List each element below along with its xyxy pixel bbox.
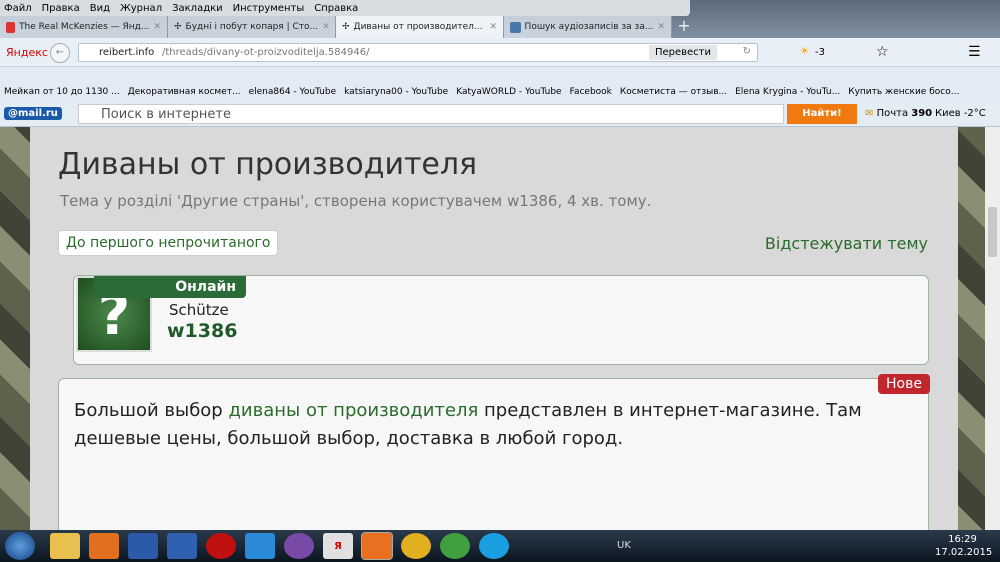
envelope-icon: ✉ (865, 108, 874, 119)
close-tab-icon[interactable]: ✕ (153, 22, 161, 32)
tab[interactable]: Пошук аудіозаписів за за... ✕ (504, 16, 672, 38)
scrollbar[interactable] (985, 127, 1000, 530)
search-input[interactable]: Поиск в интернете (78, 104, 784, 124)
bookmark[interactable]: Facebook (570, 87, 612, 97)
tab-label: The Real McKenzies — Янд... (19, 22, 150, 32)
yandex-browser-icon[interactable]: Я (323, 533, 353, 559)
menu-history[interactable]: Журнал (120, 3, 162, 14)
tab-label: Будні і побут копаря | Сто... (185, 22, 319, 32)
word-icon[interactable] (128, 533, 158, 559)
viber-icon[interactable] (284, 533, 314, 559)
bookmark[interactable]: Декоративная космет... (128, 87, 241, 97)
mail-link[interactable]: ✉ Почта 390 (865, 108, 932, 119)
menu-tools[interactable]: Инструменты (233, 3, 305, 14)
menu-help[interactable]: Справка (314, 3, 358, 14)
clock-time[interactable]: 16:29 (940, 534, 985, 545)
ie-icon[interactable] (245, 533, 275, 559)
weather-temp: -3 (815, 47, 825, 58)
calculator-icon[interactable] (167, 533, 197, 559)
search-button[interactable]: Найти! (787, 104, 857, 124)
scrollbar-thumb[interactable] (988, 207, 997, 257)
close-tab-icon[interactable]: ✕ (322, 22, 330, 32)
mailru-toolbar: @mail.ru Поиск в интернете Найти! ✉ Почт… (0, 101, 1000, 127)
app-icon[interactable] (401, 533, 431, 559)
bookmark[interactable]: katsiaryna00 - YouTube (344, 87, 448, 97)
vk-icon (510, 21, 521, 33)
first-unread-label: До першого непрочитаного (66, 235, 271, 251)
language-indicator[interactable]: UK (617, 540, 631, 551)
mailru-logo[interactable]: @mail.ru (4, 107, 62, 120)
url-path: /threads/divany-ot-proizvoditelja.584946… (162, 47, 370, 58)
taskbar: Я UK 16:29 17.02.2015 (0, 530, 1000, 562)
author-rank: Schütze (169, 301, 229, 319)
post-text: Большой выбор диваны от производителя пр… (74, 397, 914, 453)
close-tab-icon[interactable]: ✕ (657, 22, 665, 32)
menu-bookmarks[interactable]: Закладки (172, 3, 223, 14)
first-unread-button[interactable]: До першого непрочитаного (58, 230, 279, 256)
post-message: Нове Большой выбор диваны от производите… (58, 374, 930, 548)
online-badge: Онлайн (94, 276, 246, 298)
weather-icon: ☀ (800, 46, 809, 57)
url-host: reibert.info (99, 47, 155, 58)
thread-page: Диваны от производителя Тема у розділі '… (30, 127, 958, 548)
tab-active[interactable]: ✢ Диваны от производител... ✕ (336, 16, 504, 38)
bookmark[interactable]: Elena Krygina - YouTu... (735, 87, 840, 97)
menu-file[interactable]: Файл (4, 3, 32, 14)
star-icon[interactable]: ☆ (876, 44, 889, 60)
url-bar[interactable]: reibert.info /threads/divany-ot-proizvod… (78, 43, 758, 62)
tab-label: Пошук аудіозаписів за за... (524, 22, 654, 32)
search-placeholder: Поиск в интернете (101, 107, 231, 122)
media-player-icon[interactable] (89, 533, 119, 559)
explorer-icon[interactable] (50, 533, 80, 559)
bookmark[interactable]: Мейкап от 10 до 1130 ... (4, 87, 120, 97)
navigation-bar: Яндекс ← reibert.info /threads/divany-ot… (0, 38, 1000, 67)
tab[interactable]: The Real McKenzies — Янд... ✕ (0, 16, 168, 38)
start-button[interactable] (5, 532, 35, 560)
menu-icon[interactable]: ☰ (968, 44, 981, 60)
watch-thread-link[interactable]: Відстежувати тему (765, 234, 928, 253)
clock-date[interactable]: 17.02.2015 (935, 547, 992, 558)
bookmark[interactable]: KatyaWORLD - YouTube (456, 87, 561, 97)
thread-title: Диваны от производителя (58, 147, 478, 182)
tab-strip: The Real McKenzies — Янд... ✕ ✢ Будні і по… (0, 16, 696, 38)
menu-view[interactable]: Вид (90, 3, 110, 14)
cross-icon: ✢ (342, 22, 350, 32)
back-button[interactable]: ← (50, 43, 70, 63)
reload-icon[interactable]: ↻ (743, 46, 751, 57)
bookmark[interactable]: elena864 - YouTube (249, 87, 337, 97)
toolbar-spacer (0, 67, 1000, 82)
post-text-start: Большой выбор (74, 400, 229, 421)
new-tab-button[interactable]: + (672, 16, 696, 38)
bookmark[interactable]: Купить женские босо... (848, 87, 959, 97)
close-tab-icon[interactable]: ✕ (489, 22, 497, 32)
tab[interactable]: ✢ Будні і побут копаря | Сто... ✕ (168, 16, 336, 38)
chrome-icon[interactable] (440, 533, 470, 559)
author-card: ? Онлайн Schütze w1386 (73, 275, 929, 365)
post-link[interactable]: диваны от производителя (228, 400, 478, 421)
author-name[interactable]: w1386 (167, 320, 237, 342)
skype-icon[interactable] (479, 533, 509, 559)
bookmark[interactable]: Косметиста — отзыв... (620, 87, 727, 97)
yandex-icon (6, 21, 16, 33)
mail-label: Почта (876, 108, 909, 119)
mail-count: 390 (911, 108, 933, 119)
firefox-icon[interactable] (361, 532, 393, 560)
yandex-logo: Яндекс (6, 46, 48, 59)
menu-edit[interactable]: Правка (42, 3, 80, 14)
new-badge: Нове (878, 374, 930, 394)
weather-city: Киев -2°C (935, 108, 986, 119)
thread-subtitle: Тема у розділі 'Другие страны', створена… (60, 192, 652, 210)
tab-label: Диваны от производител... (353, 22, 483, 32)
translate-button[interactable]: Перевести (648, 45, 717, 60)
opera-icon[interactable] (206, 533, 236, 559)
bookmarks-bar: Мейкап от 10 до 1130 ... Декоративная ко… (0, 82, 1000, 101)
menu-bar: Файл Правка Вид Журнал Закладки Инструме… (0, 0, 690, 16)
cross-icon: ✢ (174, 22, 182, 32)
